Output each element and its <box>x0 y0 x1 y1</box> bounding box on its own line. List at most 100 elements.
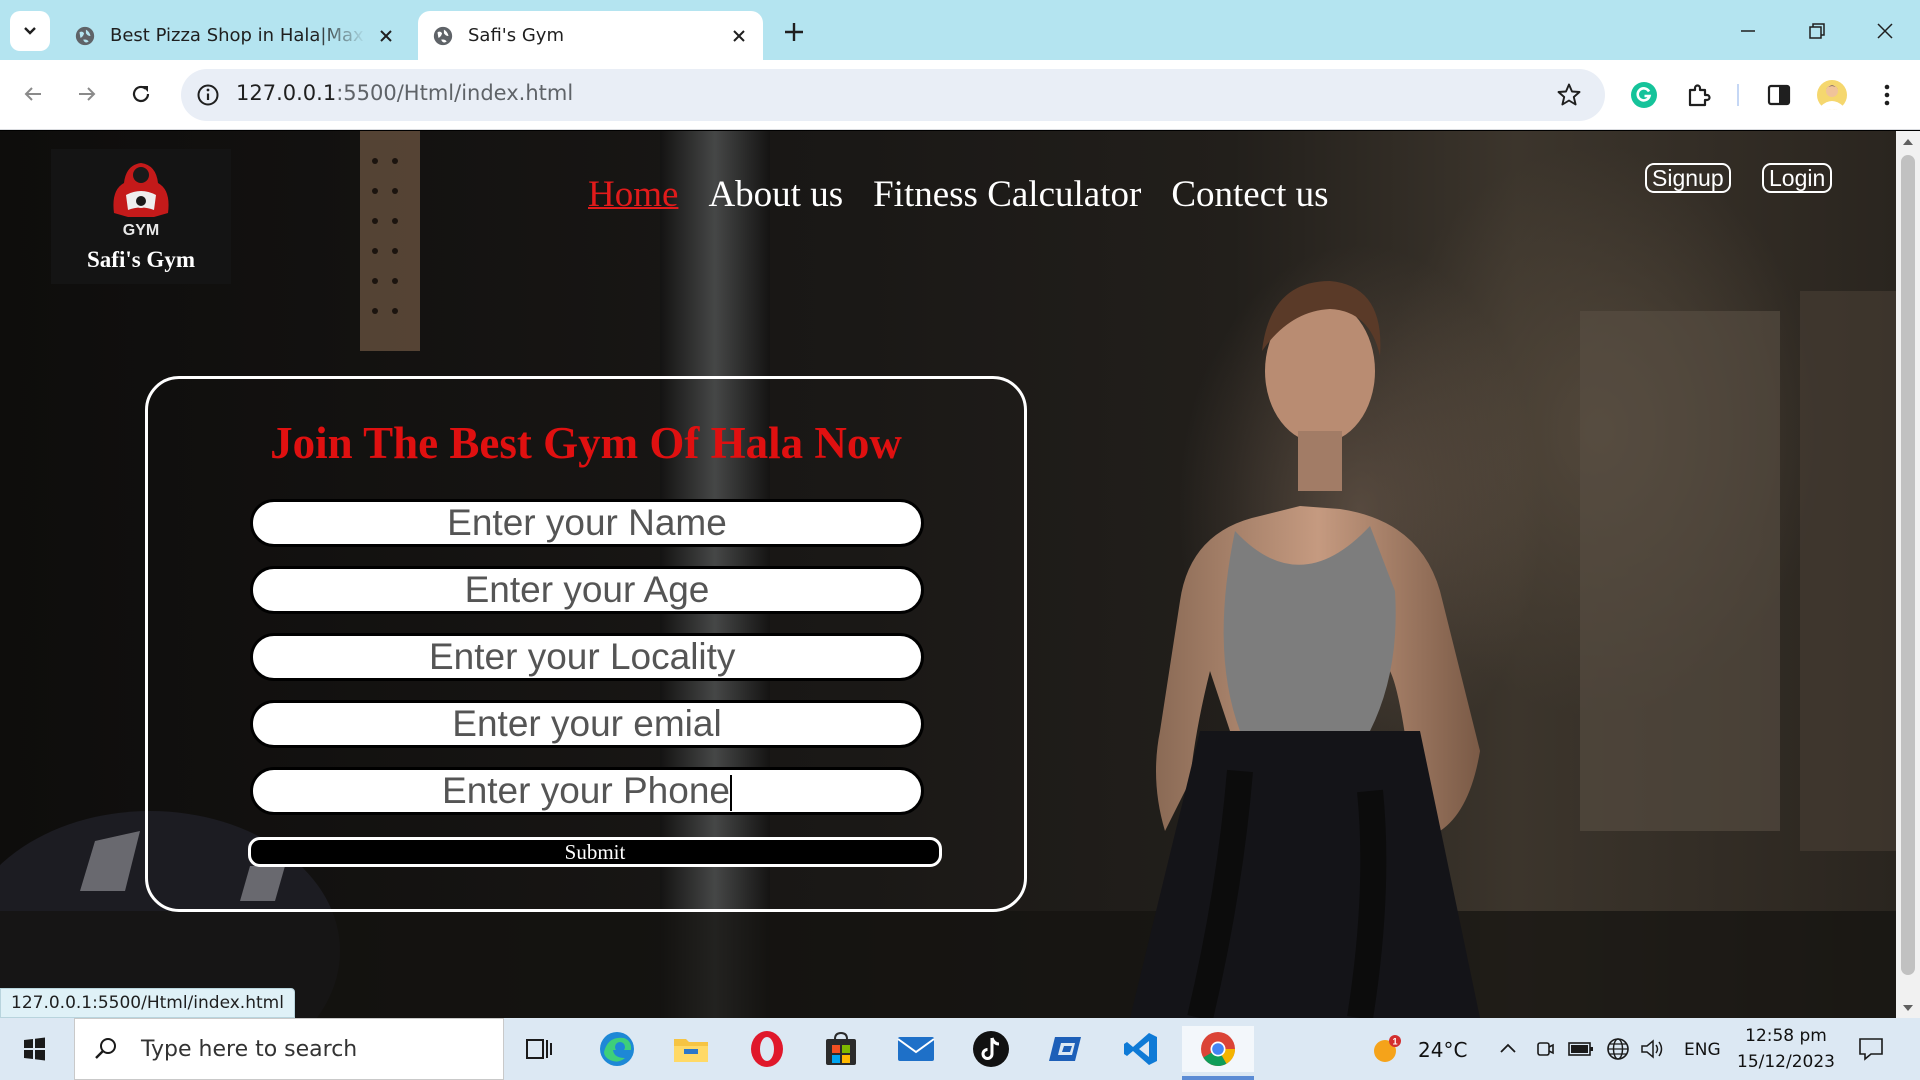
scroll-up-arrow-icon[interactable] <box>1902 137 1914 147</box>
folder-icon <box>674 1039 708 1062</box>
minimize-icon[interactable] <box>1733 16 1763 46</box>
nav-link-home[interactable]: Home <box>588 173 678 216</box>
network-globe-icon[interactable] <box>1605 1036 1631 1062</box>
arrow-right-icon <box>79 87 96 101</box>
address-bar[interactable]: 127.0.0.1:5500/Html/index.html <box>181 69 1605 121</box>
kebab-menu-icon <box>1884 84 1890 106</box>
browser-tabstrip: Best Pizza Shop in Hala|Maxislice Safi's… <box>0 0 1920 60</box>
link-status-bubble: 127.0.0.1:5500/Html/index.html <box>0 988 295 1018</box>
logo-text: GYM <box>123 222 159 239</box>
tiktok-icon <box>973 1031 1009 1067</box>
new-tab-plus-icon[interactable] <box>780 18 808 46</box>
windows-start-icon[interactable] <box>14 1032 54 1066</box>
weather-widget[interactable]: 1 <box>1367 1026 1407 1072</box>
notification-icon[interactable] <box>1857 1035 1885 1063</box>
forward-button[interactable] <box>70 77 104 111</box>
weather-badge: 1 <box>1392 1037 1397 1047</box>
phone-placeholder: Enter your Phone <box>442 770 730 811</box>
scrollbar-thumb[interactable] <box>1901 155 1915 975</box>
locality-placeholder: Enter your Locality <box>429 636 736 677</box>
page-scrollbar[interactable] <box>1896 131 1920 1018</box>
bookmark-star-icon[interactable] <box>1555 81 1583 109</box>
arrow-left-icon <box>24 87 41 101</box>
globe-icon <box>75 26 95 45</box>
taskbar-tiktok[interactable] <box>968 1026 1014 1072</box>
chrome-icon <box>1201 1032 1235 1066</box>
nav-link-contact-us[interactable]: Contect us <box>1171 173 1328 216</box>
main-nav: Home About us Fitness Calculator Contect… <box>588 173 1329 216</box>
chevron-up-icon[interactable] <box>1498 1040 1518 1056</box>
signup-button[interactable]: Signup <box>1645 163 1731 193</box>
tab-search-button[interactable] <box>10 11 50 51</box>
windows-taskbar: Type here to search 1 24°C ENG 12:58 pm … <box>0 1018 1920 1080</box>
taskbar-mail[interactable] <box>893 1026 939 1072</box>
battery-icon[interactable] <box>1568 1040 1594 1058</box>
join-form: Join The Best Gym Of Hala Now Enter your… <box>145 376 1027 912</box>
phone-input[interactable]: Enter your Phone <box>250 767 924 815</box>
age-input[interactable]: Enter your Age <box>250 566 924 614</box>
nav-link-about-us[interactable]: About us <box>708 173 843 216</box>
clock-date[interactable]: 15/12/2023 <box>1735 1052 1837 1072</box>
back-button[interactable] <box>16 77 50 111</box>
taskbar-file-explorer[interactable] <box>668 1026 714 1072</box>
text-caret <box>729 775 732 812</box>
store-icon <box>826 1031 856 1065</box>
input-language[interactable]: ENG <box>1684 1040 1721 1060</box>
edge-icon <box>600 1032 634 1066</box>
reload-icon <box>132 85 150 103</box>
grammarly-icon <box>1631 82 1657 108</box>
scroll-down-arrow-icon[interactable] <box>1902 1003 1914 1013</box>
active-app-indicator <box>1182 1076 1254 1080</box>
taskbar-search-box[interactable]: Type here to search <box>74 1018 504 1080</box>
grammarly-extension-button[interactable] <box>1627 78 1661 112</box>
submit-button[interactable]: Submit <box>248 837 942 867</box>
site-info-icon[interactable] <box>195 82 221 108</box>
close-icon[interactable] <box>729 26 749 46</box>
gym-logo-icon: GYM <box>113 163 169 239</box>
taskbar-opera[interactable] <box>744 1026 790 1072</box>
name-input[interactable]: Enter your Name <box>250 499 924 547</box>
tab-title: Best Pizza Shop in Hala|Maxislice <box>110 25 366 46</box>
weather-temperature[interactable]: 24°C <box>1418 1038 1467 1062</box>
chevron-down-icon <box>24 27 36 35</box>
task-view-button[interactable] <box>516 1026 562 1072</box>
age-placeholder: Enter your Age <box>464 569 710 610</box>
task-view-icon <box>526 1039 552 1059</box>
locality-input[interactable]: Enter your Locality <box>250 633 924 681</box>
volume-icon[interactable] <box>1640 1038 1666 1060</box>
mail-icon <box>897 1037 935 1061</box>
taskbar-chrome[interactable] <box>1182 1026 1254 1072</box>
name-placeholder: Enter your Name <box>447 502 727 543</box>
taskbar-app-blue[interactable] <box>1044 1026 1090 1072</box>
email-placeholder: Enter your emial <box>452 703 722 744</box>
extensions-button[interactable] <box>1682 78 1716 112</box>
taskbar-edge[interactable] <box>594 1026 640 1072</box>
reload-button[interactable] <box>124 77 158 111</box>
opera-icon <box>751 1031 783 1067</box>
app-icon <box>1049 1037 1081 1061</box>
nav-link-fitness-calculator[interactable]: Fitness Calculator <box>873 173 1141 216</box>
side-panel-icon <box>1767 84 1791 106</box>
weather-sun-icon: 1 <box>1374 1035 1401 1062</box>
url-text[interactable]: 127.0.0.1:5500/Html/index.html <box>236 81 573 105</box>
search-icon <box>95 1038 116 1059</box>
browser-tab-safis-gym[interactable]: Safi's Gym <box>418 11 763 60</box>
profile-button[interactable] <box>1815 78 1849 112</box>
meet-now-icon[interactable] <box>1535 1038 1555 1060</box>
taskbar-vscode[interactable] <box>1118 1026 1164 1072</box>
clock-time[interactable]: 12:58 pm <box>1742 1026 1830 1046</box>
browser-menu-button[interactable] <box>1870 78 1904 112</box>
email-input[interactable]: Enter your emial <box>250 700 924 748</box>
taskbar-microsoft-store[interactable] <box>818 1026 864 1072</box>
puzzle-icon <box>1688 84 1711 107</box>
globe-icon <box>433 26 453 45</box>
close-icon[interactable] <box>376 26 396 46</box>
side-panel-button[interactable] <box>1762 78 1796 112</box>
close-window-icon[interactable] <box>1870 16 1900 46</box>
site-logo[interactable]: GYM Safi's Gym <box>51 149 231 284</box>
browser-tab-pizza[interactable]: Best Pizza Shop in Hala|Maxislice <box>60 11 410 60</box>
form-title: Join The Best Gym Of Hala Now <box>270 418 902 468</box>
page-viewport: GYM Safi's Gym Home About us Fitness Cal… <box>0 131 1896 1018</box>
restore-icon[interactable] <box>1802 16 1832 46</box>
login-button[interactable]: Login <box>1762 163 1833 193</box>
